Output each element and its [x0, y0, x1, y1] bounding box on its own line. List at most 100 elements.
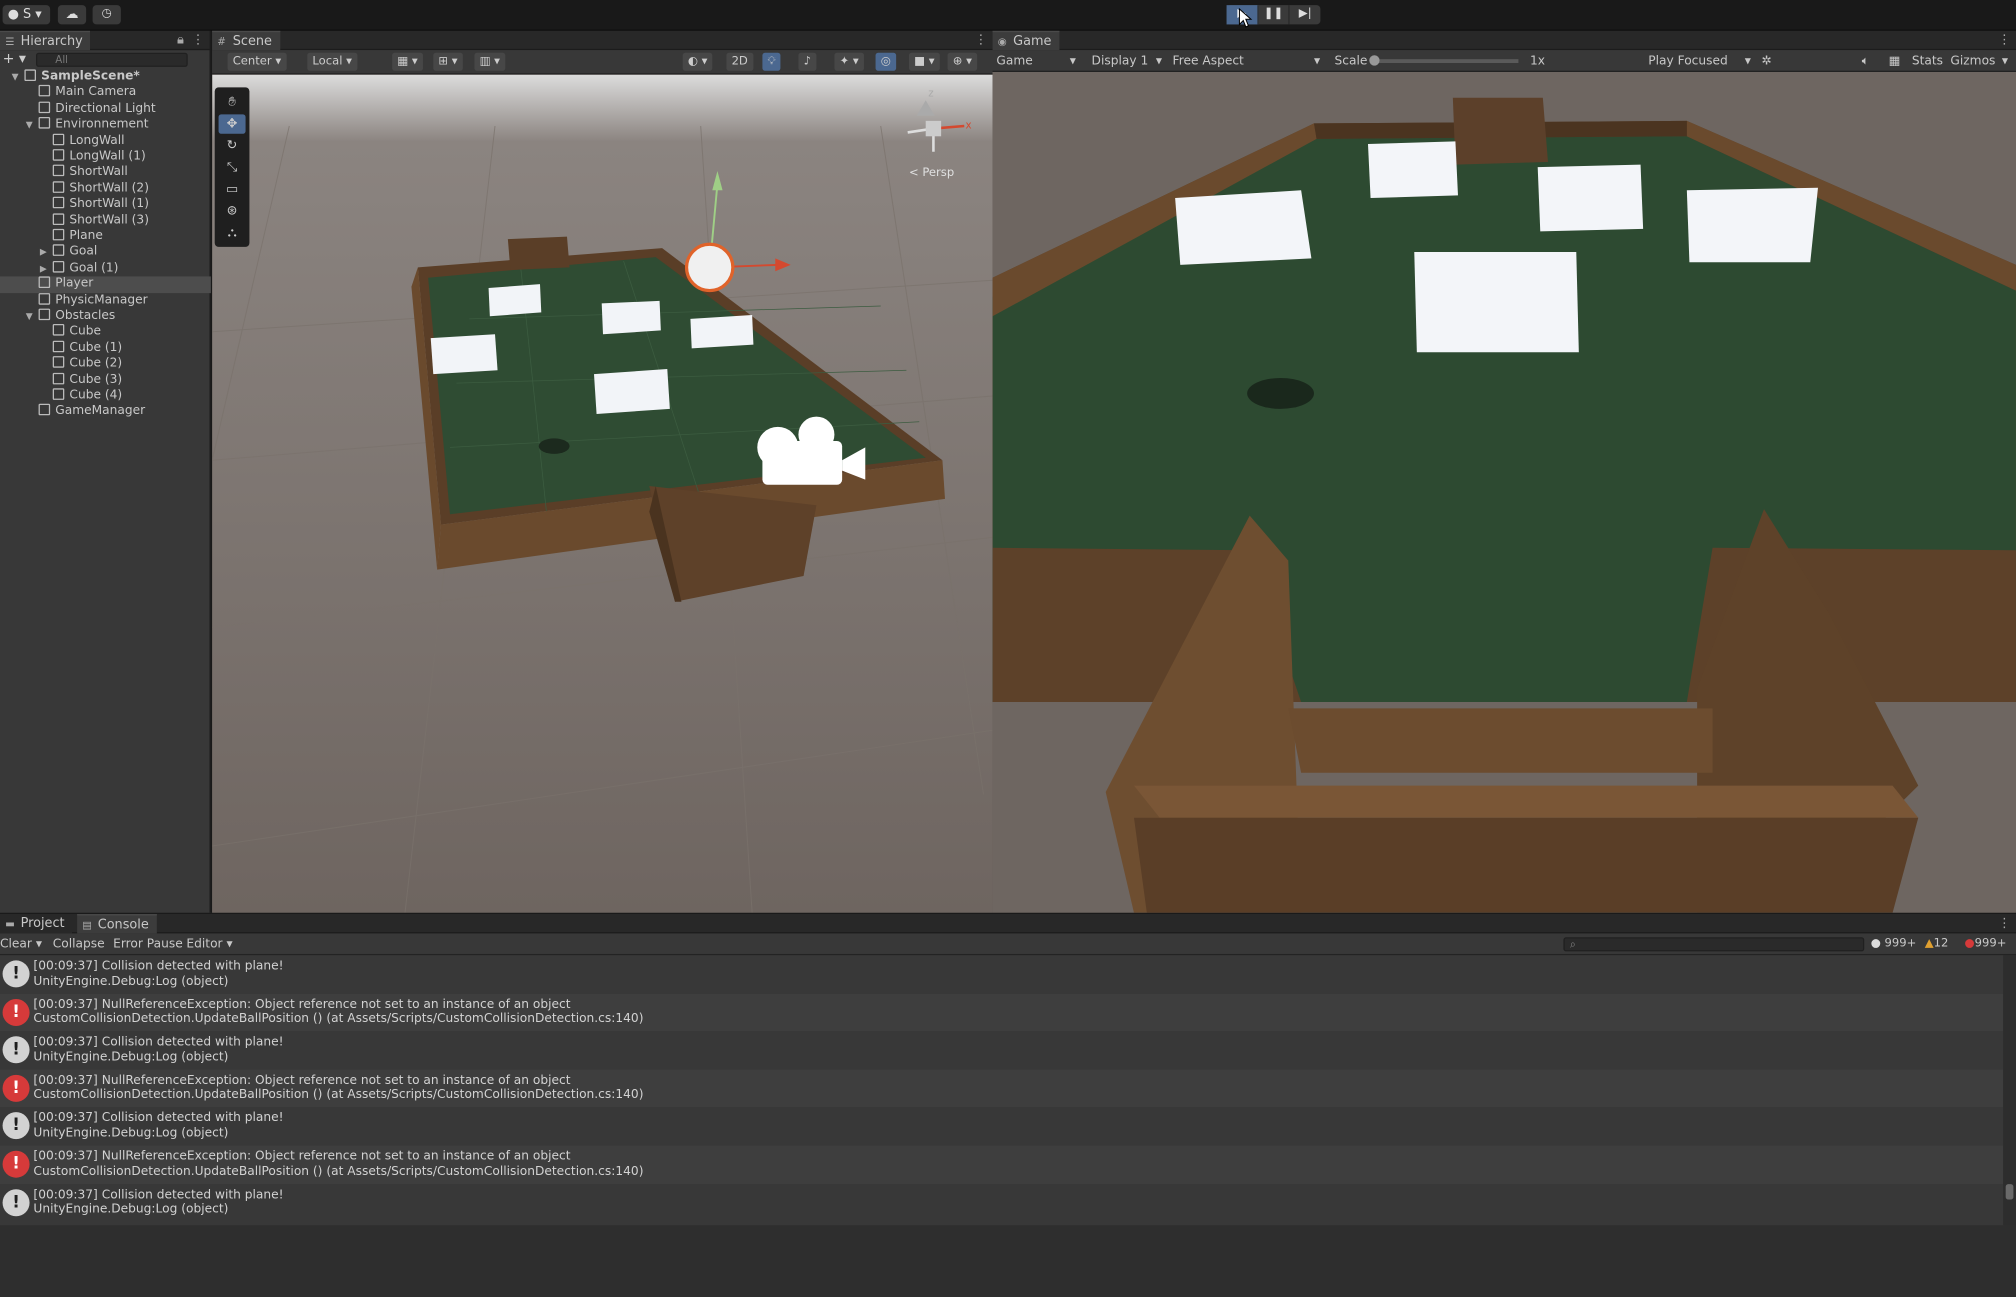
- console-scrollbar[interactable]: [2003, 955, 2016, 1226]
- hierarchy-item[interactable]: ▶ Goal (1): [0, 260, 211, 277]
- more-options-icon[interactable]: ⋮: [975, 31, 988, 50]
- hierarchy-item[interactable]: Cube (1): [0, 340, 211, 356]
- tab-scene-label: Scene: [232, 34, 272, 49]
- tab-hierarchy[interactable]: ☰ Hierarchy: [0, 30, 91, 51]
- clear-button[interactable]: Clear ▾: [0, 933, 42, 955]
- aspect-select[interactable]: Free Aspect ▾: [1173, 50, 1321, 72]
- expand-arrow-icon[interactable]: ▼: [12, 69, 25, 85]
- console-entry[interactable]: ! [00:09:37] NullReferenceException: Obje…: [0, 1145, 2004, 1184]
- expand-arrow-icon[interactable]: ▼: [26, 309, 39, 325]
- visibility-icon[interactable]: ◎: [875, 52, 896, 71]
- camera-settings-icon[interactable]: ■ ▾: [908, 52, 940, 71]
- error-count-toggle[interactable]: ●999+: [1965, 936, 2007, 953]
- audio-icon[interactable]: ♪: [798, 52, 817, 71]
- tab-game[interactable]: ◉ Game: [992, 30, 1060, 51]
- hierarchy-item[interactable]: ShortWall (1): [0, 196, 211, 213]
- console-search-input[interactable]: ⌕: [1563, 937, 1865, 952]
- hierarchy-item[interactable]: ▼ Environnement: [0, 117, 211, 133]
- lighting-icon[interactable]: 💡︎: [762, 52, 781, 71]
- stats-button[interactable]: Stats: [1912, 50, 1943, 72]
- hierarchy-item[interactable]: GameManager: [0, 404, 211, 420]
- console-entry[interactable]: ! [00:09:37] Collision detected with plan…: [0, 955, 2003, 993]
- hierarchy-item[interactable]: ShortWall (3): [0, 212, 211, 229]
- snap-increment-icon[interactable]: ⊞ ▾: [433, 52, 463, 71]
- tab-console[interactable]: ▤ Console: [77, 914, 157, 934]
- grid-toggle-icon[interactable]: ▥ ▾: [474, 52, 506, 71]
- hierarchy-item[interactable]: Directional Light: [0, 101, 211, 117]
- console-entry-text: [00:09:37] Collision detected with plane…: [33, 1187, 283, 1217]
- account-dropdown[interactable]: ● S ▾: [2, 5, 51, 25]
- mode-2d-button[interactable]: 2D: [726, 52, 753, 71]
- console-entry[interactable]: ! [00:09:37] Collision detected with plan…: [0, 1107, 2003, 1145]
- display-select[interactable]: Display 1 ▾: [1092, 50, 1162, 72]
- bug-icon[interactable]: ✲: [1761, 50, 1771, 72]
- error-pause-button[interactable]: Error Pause: [113, 933, 183, 955]
- hierarchy-item[interactable]: Cube (3): [0, 372, 211, 388]
- collapse-button[interactable]: Collapse: [53, 933, 105, 955]
- view-select[interactable]: Game ▾: [996, 50, 1075, 72]
- expand-arrow-icon[interactable]: ▼: [26, 117, 39, 133]
- console-entry[interactable]: ! [00:09:37] Collision detected with plan…: [0, 1031, 2003, 1069]
- console-entry[interactable]: ! [00:09:37] NullReferenceException: Obje…: [0, 1069, 2004, 1108]
- editor-dropdown[interactable]: Editor ▾: [186, 933, 232, 955]
- console-entry[interactable]: ! [00:09:37] Collision detected with plan…: [0, 1184, 2003, 1222]
- console-message: [00:09:37] NullReferenceException: Objec…: [33, 1149, 571, 1164]
- more-options-icon[interactable]: ⋮: [1998, 914, 2011, 933]
- scrollbar-thumb[interactable]: [2005, 1184, 2014, 1200]
- hierarchy-item[interactable]: Cube (2): [0, 356, 211, 372]
- rotate-tool-icon[interactable]: ↻: [219, 136, 246, 155]
- scale-tool-icon[interactable]: ⤡: [219, 158, 246, 177]
- scene-viewport[interactable]: x z ✋︎ ✥ ↻ ⤡ ▭ ⊛ ⛬ < Persp: [212, 74, 993, 913]
- play-mode-select[interactable]: Play Focused ▾: [1648, 50, 1751, 72]
- hand-tool-icon[interactable]: ✋︎: [219, 93, 246, 112]
- tab-scene[interactable]: # Scene: [212, 30, 280, 51]
- mute-audio-icon[interactable]: 🔈︎: [1862, 50, 1869, 72]
- rect-tool-icon[interactable]: ▭: [219, 180, 246, 199]
- hierarchy-item[interactable]: LongWall (1): [0, 149, 211, 165]
- gizmos-icon[interactable]: ⊕ ▾: [947, 52, 978, 71]
- scene-icon: [24, 69, 36, 81]
- draw-mode-icon[interactable]: ◐ ▾: [682, 52, 713, 71]
- custom-tool-icon[interactable]: ⛬: [219, 224, 246, 243]
- more-options-icon[interactable]: ⋮: [192, 31, 205, 50]
- grid-snap-icon[interactable]: ▦ ▾: [392, 52, 423, 71]
- scale-slider-thumb[interactable]: [1369, 55, 1380, 66]
- hierarchy-search-input[interactable]: All: [35, 52, 188, 67]
- hierarchy-item[interactable]: ShortWall (2): [0, 181, 211, 197]
- scale-slider-track[interactable]: [1374, 59, 1519, 63]
- cloud-icon[interactable]: ☁: [57, 5, 87, 25]
- warning-count-toggle[interactable]: ▲12: [1925, 936, 1949, 953]
- hierarchy-item[interactable]: ▶ Goal: [0, 244, 211, 261]
- move-tool-icon[interactable]: ✥: [218, 114, 246, 134]
- collapse-arrow-icon[interactable]: ▶: [40, 245, 53, 261]
- log-count-toggle[interactable]: ● 999+: [1871, 936, 1917, 953]
- create-plus-button[interactable]: + ▾: [3, 50, 26, 67]
- hierarchy-item[interactable]: ShortWall: [0, 165, 211, 181]
- lock-icon[interactable]: 🔒︎: [177, 31, 184, 50]
- hierarchy-item[interactable]: ▼ SampleScene*: [0, 69, 211, 85]
- effects-icon[interactable]: ✦ ▾: [834, 52, 864, 71]
- tab-project[interactable]: ▬ Project: [0, 914, 73, 934]
- step-icon[interactable]: ▶|: [1290, 5, 1320, 24]
- collapse-arrow-icon[interactable]: ▶: [40, 261, 53, 277]
- stats-grid-icon[interactable]: ▦: [1889, 50, 1901, 72]
- pause-icon[interactable]: ❚❚: [1258, 5, 1290, 25]
- persp-label[interactable]: < Persp: [909, 167, 954, 180]
- hierarchy-item[interactable]: Plane: [0, 228, 211, 245]
- hierarchy-item[interactable]: LongWall: [0, 133, 211, 149]
- hierarchy-item[interactable]: Cube: [0, 324, 211, 340]
- space-dropdown[interactable]: Local ▾: [307, 52, 358, 71]
- hierarchy-item[interactable]: PhysicManager: [0, 292, 211, 309]
- more-options-icon[interactable]: ⋮: [1998, 31, 2011, 50]
- hierarchy-item[interactable]: Player: [0, 276, 211, 293]
- hierarchy-item[interactable]: Cube (4): [0, 388, 211, 404]
- transform-tool-icon[interactable]: ⊛: [219, 202, 246, 221]
- hierarchy-item[interactable]: Main Camera: [0, 85, 211, 101]
- gizmos-button[interactable]: Gizmos ▾: [1950, 50, 2008, 72]
- history-icon[interactable]: ◷: [92, 5, 121, 25]
- console-entry[interactable]: ! [00:09:37] NullReferenceException: Obje…: [0, 993, 2004, 1032]
- hierarchy-item[interactable]: ▼ Obstacles: [0, 308, 211, 325]
- game-viewport[interactable]: [992, 71, 2016, 913]
- pivot-dropdown[interactable]: Center ▾: [227, 52, 287, 71]
- console-entry-text: [00:09:37] NullReferenceException: Objec…: [33, 1073, 643, 1103]
